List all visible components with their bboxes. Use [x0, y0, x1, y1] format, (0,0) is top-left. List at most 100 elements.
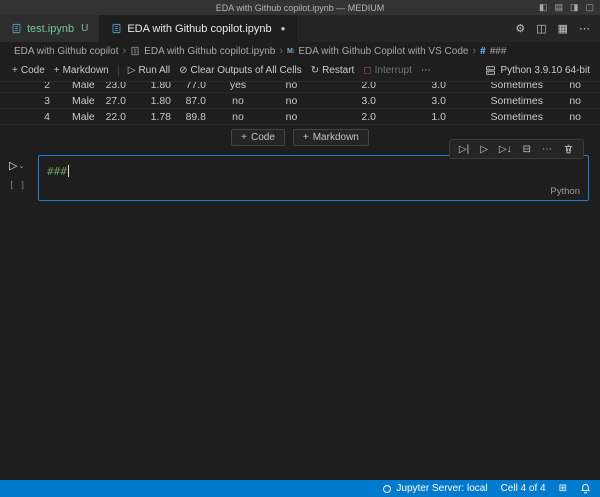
plus-icon: +: [12, 65, 18, 76]
cell-value: Male: [72, 111, 95, 123]
cell-editor[interactable]: ### Python: [38, 155, 589, 201]
cell-value: no: [285, 82, 298, 91]
more-actions-icon[interactable]: ⋯: [579, 22, 590, 35]
cell-value: 1.78: [150, 111, 171, 123]
markdown-icon: M↓: [287, 47, 295, 55]
run-cell-button[interactable]: ▷ ⌄: [9, 159, 24, 172]
tab-bar: test.ipynb U EDA with Github copilot.ipy…: [0, 15, 600, 42]
toggle-secondary-sidebar-icon[interactable]: ◨: [570, 2, 579, 13]
breadcrumb-folder[interactable]: EDA with Github copilot: [14, 46, 119, 57]
cell-value: no: [569, 111, 581, 123]
cell-toolbar: ▷| ▷ ▷↓ ⊟ ⋯: [448, 139, 584, 159]
toolbar-more-icon[interactable]: ⋯: [421, 65, 431, 76]
run-cell-icon: ▷: [9, 160, 18, 172]
execute-below-icon[interactable]: ▷↓: [499, 144, 512, 155]
cell-more-actions-icon[interactable]: ⋯: [542, 144, 552, 155]
breadcrumb-separator-icon: ›: [122, 45, 127, 57]
toggle-sidebar-icon[interactable]: ◧: [539, 2, 548, 13]
kernel-picker[interactable]: Python 3.9.10 64-bit: [485, 65, 600, 76]
tab-test-ipynb[interactable]: test.ipynb U: [0, 15, 101, 42]
editor-actions: ⚙ ◫ ▦ ⋯: [515, 15, 600, 42]
clear-outputs-label: Clear Outputs of All Cells: [190, 65, 302, 76]
editor-empty-area: [0, 201, 600, 480]
status-bar: Jupyter Server: local Cell 4 of 4 ⊞: [0, 480, 600, 497]
kernel-label: Python 3.9.10 64-bit: [500, 65, 590, 76]
cell-value: Sometimes: [490, 82, 543, 91]
file-icon: [130, 46, 140, 56]
cell-value: 1.0: [431, 111, 446, 123]
tab-label: test.ipynb: [27, 22, 75, 35]
layout-grid-icon[interactable]: ⊞: [559, 483, 567, 494]
window-title: EDA with Github copilot.ipynb — MEDIUM: [215, 2, 385, 13]
tab-eda-ipynb[interactable]: EDA with Github copilot.ipynb ●: [100, 15, 298, 42]
notifications-bell-icon[interactable]: [580, 483, 591, 494]
kernel-icon: [485, 65, 496, 76]
cell-value: no: [232, 95, 244, 107]
notebook-icon: [111, 23, 122, 34]
modified-dot[interactable]: ●: [281, 24, 286, 33]
run-all-icon: ▷: [127, 65, 136, 76]
cell-value: Sometimes: [490, 111, 543, 123]
git-status-badge: U: [81, 23, 89, 34]
add-markdown-cell-button[interactable]: + Markdown: [54, 65, 109, 76]
cell-value: 22.0: [105, 111, 126, 123]
cell-value: no: [569, 82, 581, 91]
split-cell-icon[interactable]: ⊟: [523, 144, 531, 155]
add-code-cell-button[interactable]: + Code: [12, 65, 45, 76]
insert-markdown-label: Markdown: [312, 131, 359, 143]
clear-outputs-button[interactable]: ⊘ Clear Outputs of All Cells: [179, 65, 302, 76]
run-all-label: Run All: [138, 65, 171, 76]
run-by-line-icon[interactable]: ▷|: [459, 144, 469, 155]
delete-cell-icon[interactable]: [563, 143, 574, 155]
interrupt-label: Interrupt: [374, 65, 412, 76]
interrupt-kernel-button[interactable]: ◻ Interrupt: [363, 65, 412, 76]
breadcrumb: EDA with Github copilot › EDA with Githu…: [0, 42, 600, 60]
language-picker[interactable]: Python: [550, 186, 580, 197]
cell-source: ###: [47, 165, 67, 178]
cell-value: 23.0: [105, 82, 126, 91]
insert-code-button[interactable]: + Code: [231, 128, 285, 146]
customize-layout-icon[interactable]: ▢: [585, 2, 594, 13]
cell-value: 89.8: [185, 111, 206, 123]
notebook-icon: [11, 23, 22, 34]
breadcrumb-symbol[interactable]: ###: [490, 46, 507, 57]
table-row: 2 Male 23.0 1.80 77.0 yes no 2.0 3.0 Som…: [0, 82, 600, 93]
add-markdown-label: Markdown: [62, 65, 109, 76]
editor-layout-icon[interactable]: ▦: [558, 22, 568, 35]
execute-cell-icon[interactable]: ▷: [480, 144, 488, 155]
row-index: 4: [44, 111, 50, 123]
cell-value: no: [232, 111, 244, 123]
titlebar-layout-controls: ◧ ▤ ◨ ▢: [539, 0, 594, 15]
cell-value: no: [569, 95, 581, 107]
cell-output-dataframe: 2 Male 23.0 1.80 77.0 yes no 2.0 3.0 Som…: [0, 82, 600, 125]
jupyter-server-label: Jupyter Server: local: [396, 483, 488, 494]
plus-icon: +: [302, 131, 309, 143]
split-editor-icon[interactable]: ◫: [536, 22, 546, 35]
text-cursor: [67, 165, 69, 177]
notebook-toolbar: + Code + Markdown ▷ Run All ⊘ Clear Outp…: [0, 60, 600, 82]
vscode-window: EDA with Github copilot.ipynb — MEDIUM ◧…: [0, 0, 600, 497]
add-code-label: Code: [20, 65, 45, 76]
restart-label: Restart: [322, 65, 355, 76]
breadcrumb-separator-icon: ›: [472, 45, 477, 57]
cell-value: 3.0: [431, 82, 446, 91]
symbol-header-icon: #: [480, 45, 486, 57]
insert-markdown-button[interactable]: + Markdown: [292, 128, 369, 146]
cell-value: 3.0: [361, 95, 376, 107]
breadcrumb-file[interactable]: EDA with Github copilot.ipynb: [144, 46, 275, 57]
breadcrumb-markdown-section[interactable]: EDA with Github Copilot with VS Code: [298, 46, 468, 57]
cell-value: 3.0: [431, 95, 446, 107]
restart-kernel-button[interactable]: ↻ Restart: [311, 65, 355, 76]
toolbar-divider: [117, 65, 119, 76]
cell-position[interactable]: Cell 4 of 4: [501, 483, 546, 494]
table-row: 4 Male 22.0 1.78 89.8 no no 2.0 1.0 Some…: [0, 109, 600, 125]
chevron-down-icon: ⌄: [18, 163, 25, 170]
settings-gear-icon[interactable]: ⚙: [515, 22, 525, 35]
toggle-panel-icon[interactable]: ▤: [554, 2, 563, 13]
cell-value: 2.0: [361, 111, 376, 123]
cell-value: 27.0: [105, 95, 126, 107]
cell-value: Male: [72, 95, 95, 107]
run-all-button[interactable]: ▷ Run All: [128, 65, 170, 76]
jupyter-server-status[interactable]: Jupyter Server: local: [382, 483, 488, 494]
cell-value: Male: [72, 82, 95, 91]
